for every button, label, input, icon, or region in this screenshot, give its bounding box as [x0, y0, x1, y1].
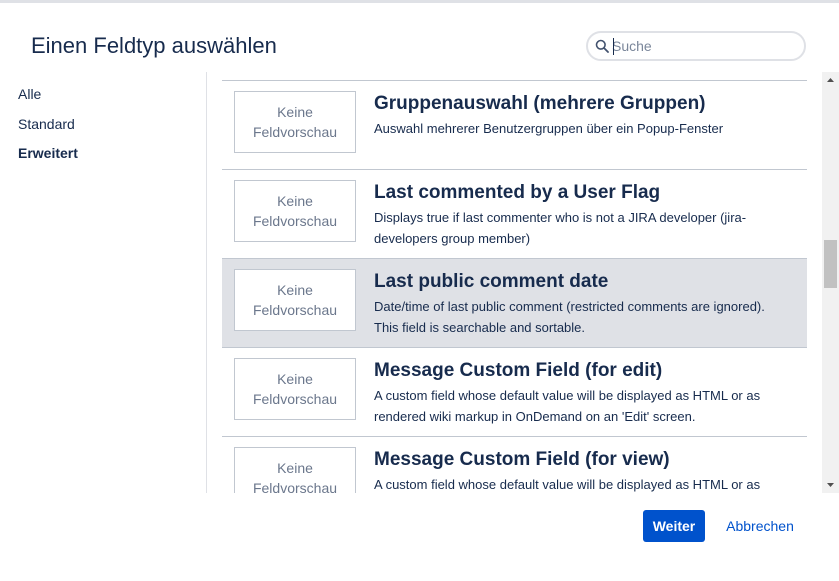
field-type-title: Last commented by a User Flag — [374, 182, 661, 203]
dialog-top-border — [0, 0, 839, 3]
field-preview: Keine Feldvorschau — [234, 180, 356, 242]
field-type-item[interactable]: Keine Feldvorschau Gruppenauswahl (mehre… — [222, 80, 807, 169]
scrollbar-thumb[interactable] — [824, 240, 837, 288]
scroll-down-arrow-icon[interactable] — [822, 476, 839, 493]
nav-item-erweitert[interactable]: Erweitert — [0, 139, 206, 169]
nav-item-standard[interactable]: Standard — [0, 110, 206, 140]
field-type-description: A custom field whose default value will … — [374, 477, 761, 492]
search-box[interactable] — [586, 31, 806, 61]
field-preview: Keine Feldvorschau — [234, 269, 356, 331]
field-type-item[interactable]: Keine Feldvorschau Message Custom Field … — [222, 436, 807, 493]
scroll-up-arrow-icon[interactable] — [822, 72, 839, 89]
field-type-item[interactable]: Keine Feldvorschau Last commented by a U… — [222, 169, 807, 258]
dialog-title: Einen Feldtyp auswählen — [31, 33, 277, 58]
cancel-button[interactable]: Abbrechen — [718, 510, 802, 542]
category-nav: Alle Standard Erweitert — [0, 80, 206, 169]
field-type-description: Auswahl mehrerer Benutzergruppen über ei… — [374, 121, 724, 136]
next-button[interactable]: Weiter — [643, 510, 705, 542]
search-icon — [595, 39, 609, 53]
field-type-title: Message Custom Field (for view) — [374, 449, 670, 470]
field-preview: Keine Feldvorschau — [234, 358, 356, 420]
field-type-item[interactable]: Keine Feldvorschau Message Custom Field … — [222, 347, 807, 436]
field-type-description: A custom field whose default value will … — [374, 388, 761, 424]
field-type-list[interactable]: Keine Feldvorschau Gruppenauswahl (mehre… — [208, 72, 822, 493]
field-preview: Keine Feldvorschau — [234, 447, 356, 493]
search-input[interactable] — [612, 37, 792, 55]
nav-item-alle[interactable]: Alle — [0, 80, 206, 110]
field-preview: Keine Feldvorschau — [234, 91, 356, 153]
field-type-title: Gruppenauswahl (mehrere Gruppen) — [374, 93, 706, 114]
nav-divider — [206, 72, 207, 493]
field-type-title: Message Custom Field (for edit) — [374, 360, 663, 381]
field-type-title: Last public comment date — [374, 271, 609, 292]
text-cursor — [613, 38, 614, 55]
field-type-description: Displays true if last commenter who is n… — [374, 210, 747, 246]
field-type-item-selected[interactable]: Keine Feldvorschau Last public comment d… — [222, 258, 807, 347]
field-type-description: Date/time of last public comment (restri… — [374, 299, 765, 335]
list-scrollbar[interactable] — [822, 72, 839, 493]
